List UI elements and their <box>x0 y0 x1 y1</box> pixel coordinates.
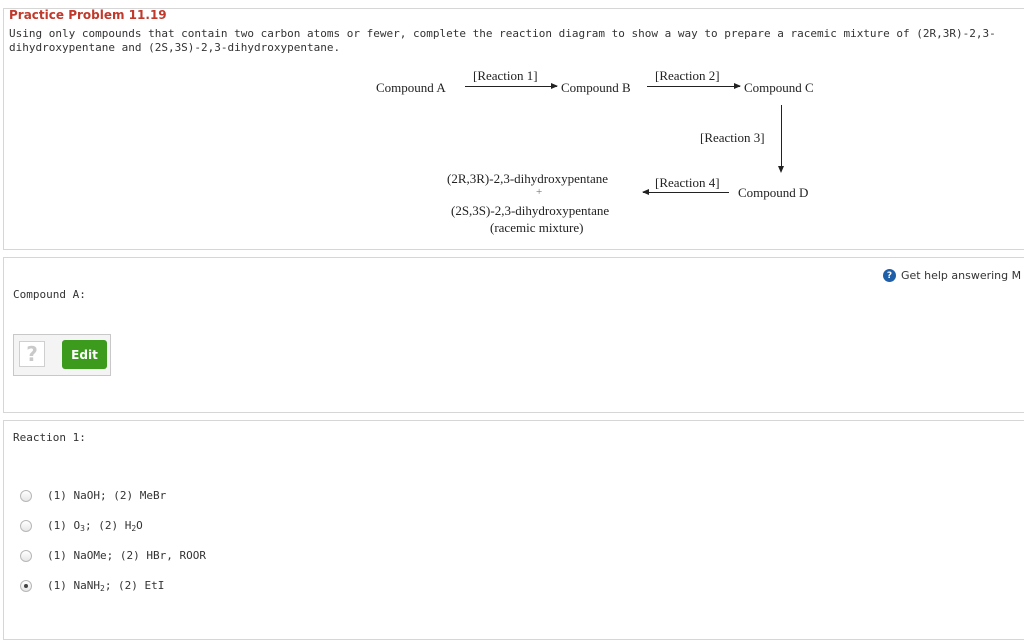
reaction-3-arrow <box>778 105 784 173</box>
reaction-1-panel <box>3 420 1024 640</box>
reaction-2-label: [Reaction 2] <box>655 68 720 83</box>
reaction-1-label: [Reaction 1] <box>473 68 538 83</box>
radio-button[interactable] <box>20 549 32 562</box>
reaction-option[interactable]: (1) NaOMe; (2) HBr, ROOR <box>20 549 206 562</box>
compound-c-label: Compound C <box>744 80 814 95</box>
problem-title: Practice Problem 11.19 <box>9 8 167 22</box>
reaction-4-label: [Reaction 4] <box>655 175 720 190</box>
radio-button[interactable] <box>20 520 32 532</box>
product-1-label: (2R,3R)-2,3-dihydroxypentane <box>447 171 609 186</box>
reaction-option[interactable]: (1) NaOH; (2) MeBr <box>20 489 166 502</box>
compound-d-label: Compound D <box>738 185 809 200</box>
option-text: (1) O3; (2) H2O <box>47 519 143 533</box>
problem-description: Using only compounds that contain two ca… <box>9 27 996 54</box>
help-link[interactable]: ? Get help answering M <box>883 269 1021 282</box>
option-text: (1) NaOH; (2) MeBr <box>47 489 167 502</box>
reaction-1-arrow <box>465 83 558 89</box>
empty-structure-icon: ? <box>19 341 45 367</box>
compound-a-field-label: Compound A: <box>13 288 86 301</box>
reaction-1-field-label: Reaction 1: <box>13 431 86 444</box>
reaction-4-arrow <box>642 189 729 195</box>
racemic-note: (racemic mixture) <box>490 220 584 235</box>
help-label: Get help answering M <box>901 269 1022 282</box>
option-text: (1) NaNH2; (2) EtI <box>47 579 165 593</box>
compound-a-label: Compound A <box>376 80 446 95</box>
product-2-label: (2S,3S)-2,3-dihydroxypentane <box>451 203 610 218</box>
option-text: (1) NaOMe; (2) HBr, ROOR <box>47 549 206 562</box>
reaction-option[interactable]: (1) NaNH2; (2) EtI <box>20 579 164 593</box>
reaction-option[interactable]: (1) O3; (2) H2O <box>20 519 143 533</box>
compound-a-panel <box>3 257 1024 413</box>
reaction-2-arrow <box>647 83 741 89</box>
reaction-3-label: [Reaction 3] <box>700 130 765 145</box>
compound-b-label: Compound B <box>561 80 631 95</box>
radio-button-selected[interactable] <box>20 580 32 592</box>
plus-sign: + <box>536 186 543 198</box>
edit-button[interactable]: Edit <box>62 340 107 369</box>
structure-editor: ? Edit <box>13 334 111 376</box>
help-icon: ? <box>883 269 896 282</box>
radio-button[interactable] <box>20 489 32 502</box>
